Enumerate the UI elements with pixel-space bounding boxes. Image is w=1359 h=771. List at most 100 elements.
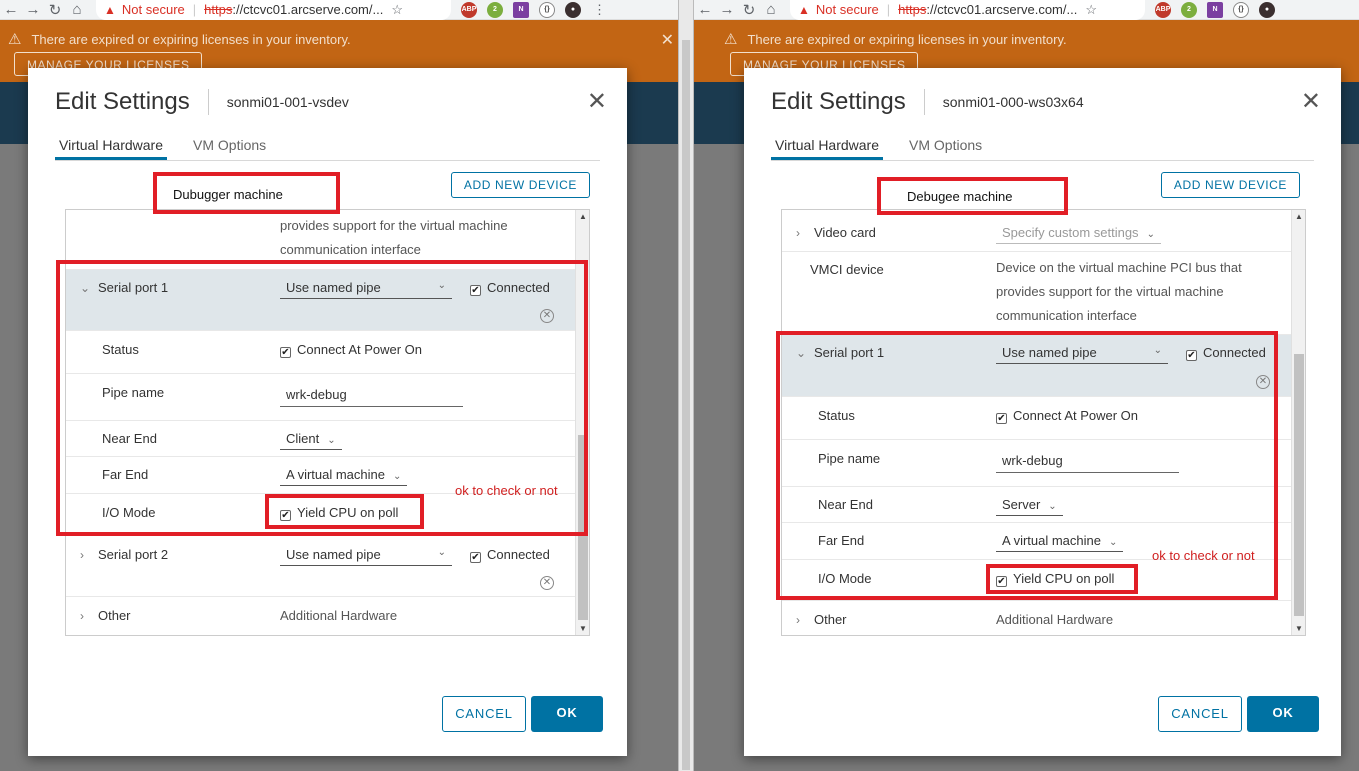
- vmci-description: provides support for the virtual machine…: [280, 214, 508, 262]
- warning-icon: ⚠: [724, 31, 738, 48]
- not-secure-label: Not secure: [121, 2, 185, 17]
- bookmark-star-icon[interactable]: ☆: [1085, 2, 1097, 18]
- right-browser-window: ← → ↻ ⌂ ▲ Not secure | https ://ctcvc01.…: [694, 0, 1359, 771]
- chevron-right-icon[interactable]: ›: [80, 609, 88, 623]
- scrollbar[interactable]: ▲ ▼: [1291, 210, 1305, 635]
- license-message: There are expired or expiring licenses i…: [31, 31, 351, 47]
- ok-button[interactable]: OK: [531, 696, 603, 732]
- additional-hardware-label: Additional Hardware: [996, 612, 1114, 627]
- forward-icon[interactable]: →: [716, 1, 738, 18]
- address-bar[interactable]: ▲ Not secure | https ://ctcvc01.arcserve…: [790, 0, 1145, 20]
- json-extension-icon[interactable]: {}: [539, 1, 555, 18]
- vm-name: sonmi01-000-ws03x64: [942, 94, 1084, 110]
- description-line: provides support for the virtual machine: [280, 218, 508, 233]
- dialog-title: Edit Settings: [771, 88, 906, 115]
- description-line: communication interface: [996, 308, 1137, 323]
- edit-settings-dialog-debugee: Edit Settings sonmi01-000-ws03x64 ✕ Virt…: [744, 68, 1341, 756]
- not-secure-label: Not secure: [815, 2, 879, 17]
- dialog-title: Edit Settings: [55, 88, 190, 115]
- chevron-right-icon[interactable]: ›: [796, 613, 804, 627]
- tab-vm-options[interactable]: VM Options: [905, 134, 986, 160]
- scroll-up-icon[interactable]: ▲: [576, 212, 589, 221]
- url-scheme: https: [898, 2, 927, 17]
- add-new-device-button[interactable]: ADD NEW DEVICE: [450, 172, 590, 198]
- chevron-right-icon[interactable]: ›: [796, 226, 804, 240]
- onenote-extension-icon[interactable]: N: [513, 1, 529, 18]
- browser-menu-icon[interactable]: ⋮: [593, 2, 606, 18]
- other-row[interactable]: › Other Additional Hardware: [66, 597, 575, 635]
- extension-icon[interactable]: 2: [1181, 1, 1197, 18]
- scroll-down-icon[interactable]: ▼: [576, 624, 589, 633]
- cancel-button[interactable]: CANCEL: [442, 696, 526, 732]
- scroll-thumb[interactable]: [1294, 354, 1304, 616]
- edit-settings-dialog-debugger: Edit Settings sonmi01-001-vsdev ✕ Virtua…: [28, 68, 627, 756]
- serial-port-2-row[interactable]: › Serial port 2 Use named pipe ⌄ ✔ Connecte…: [66, 535, 575, 597]
- connected-checkbox[interactable]: ✔: [470, 552, 481, 563]
- browser-toolbar: ← → ↻ ⌂ ▲ Not secure | https ://ctcvc01.…: [694, 0, 1359, 20]
- vmci-device-row: VMCI device Device on the virtual machin…: [782, 252, 1291, 335]
- other-row[interactable]: › Other Additional Hardware: [782, 601, 1291, 635]
- serial-type-select[interactable]: Use named pipe ⌄: [280, 547, 452, 566]
- annotation-label: Debugee machine: [907, 189, 1013, 204]
- video-card-row[interactable]: › Video card Specify custom settings ⌄: [782, 210, 1291, 252]
- video-card-label: Video card: [814, 225, 876, 240]
- back-icon[interactable]: ←: [694, 1, 716, 18]
- onenote-extension-icon[interactable]: N: [1207, 1, 1223, 18]
- chevron-right-icon[interactable]: ›: [80, 548, 88, 562]
- other-label: Other: [814, 612, 847, 627]
- extension-icon[interactable]: 2: [487, 1, 503, 18]
- dialog-tabs: Virtual Hardware VM Options: [771, 134, 1314, 161]
- splitter-thumb[interactable]: [682, 40, 690, 770]
- tab-vm-options[interactable]: VM Options: [189, 134, 270, 160]
- back-icon[interactable]: ←: [0, 1, 22, 18]
- description-line: Device on the virtual machine PCI bus th…: [996, 260, 1242, 275]
- vm-name: sonmi01-001-vsdev: [226, 94, 349, 110]
- banner-close-icon[interactable]: ✕: [661, 30, 674, 50]
- scroll-down-icon[interactable]: ▼: [1292, 624, 1305, 633]
- home-icon[interactable]: ⌂: [760, 1, 782, 18]
- url-host: ://ctcvc01.arcserve.com/...: [926, 2, 1078, 17]
- serial-port-label: Serial port 2: [98, 547, 169, 562]
- chevron-down-icon: ⌄: [437, 547, 446, 558]
- tab-virtual-hardware[interactable]: Virtual Hardware: [55, 134, 168, 160]
- annotation-note: ok to check or not: [1152, 548, 1255, 563]
- window-splitter[interactable]: [678, 0, 694, 771]
- address-bar[interactable]: ▲ Not secure | https ://ctcvc01.arcserve…: [96, 0, 451, 20]
- annotation-label: Dubugger machine: [173, 187, 283, 202]
- bookmark-star-icon[interactable]: ☆: [391, 2, 403, 18]
- close-icon[interactable]: ✕: [587, 90, 607, 114]
- serial-type-value: Use named pipe: [286, 547, 381, 562]
- adblock-extension-icon[interactable]: ABP: [1155, 1, 1171, 18]
- dialog-tabs: Virtual Hardware VM Options: [55, 134, 600, 161]
- address-separator: |: [886, 2, 891, 17]
- cancel-button[interactable]: CANCEL: [1158, 696, 1242, 732]
- reload-icon[interactable]: ↻: [738, 1, 760, 19]
- connected-label: Connected: [487, 547, 550, 562]
- not-secure-icon: ▲: [798, 2, 810, 17]
- remove-device-icon[interactable]: ✕: [540, 576, 554, 590]
- chevron-down-icon: ⌄: [1146, 229, 1155, 240]
- tab-virtual-hardware[interactable]: Virtual Hardware: [771, 134, 884, 160]
- url-scheme: https: [204, 2, 233, 17]
- description-line: provides support for the virtual machine: [996, 284, 1224, 299]
- forward-icon[interactable]: →: [22, 1, 44, 18]
- io-mode-highlight-box: [986, 564, 1138, 594]
- profile-avatar-icon[interactable]: ●: [565, 1, 581, 18]
- description-line: communication interface: [280, 242, 421, 257]
- address-separator: |: [192, 2, 197, 17]
- io-mode-highlight-box: [265, 494, 424, 529]
- scroll-up-icon[interactable]: ▲: [1292, 212, 1305, 221]
- adblock-extension-icon[interactable]: ABP: [461, 1, 477, 18]
- vmci-description: Device on the virtual machine PCI bus th…: [996, 256, 1242, 328]
- close-icon[interactable]: ✕: [1301, 90, 1321, 114]
- home-icon[interactable]: ⌂: [66, 1, 88, 18]
- ok-button[interactable]: OK: [1247, 696, 1319, 732]
- additional-hardware-label: Additional Hardware: [280, 608, 398, 623]
- license-message: There are expired or expiring licenses i…: [747, 31, 1067, 47]
- json-extension-icon[interactable]: {}: [1233, 1, 1249, 18]
- video-card-value: Specify custom settings: [1002, 225, 1139, 240]
- title-divider: [923, 89, 925, 115]
- reload-icon[interactable]: ↻: [44, 1, 66, 19]
- add-new-device-button[interactable]: ADD NEW DEVICE: [1160, 172, 1300, 198]
- profile-avatar-icon[interactable]: ●: [1259, 1, 1275, 18]
